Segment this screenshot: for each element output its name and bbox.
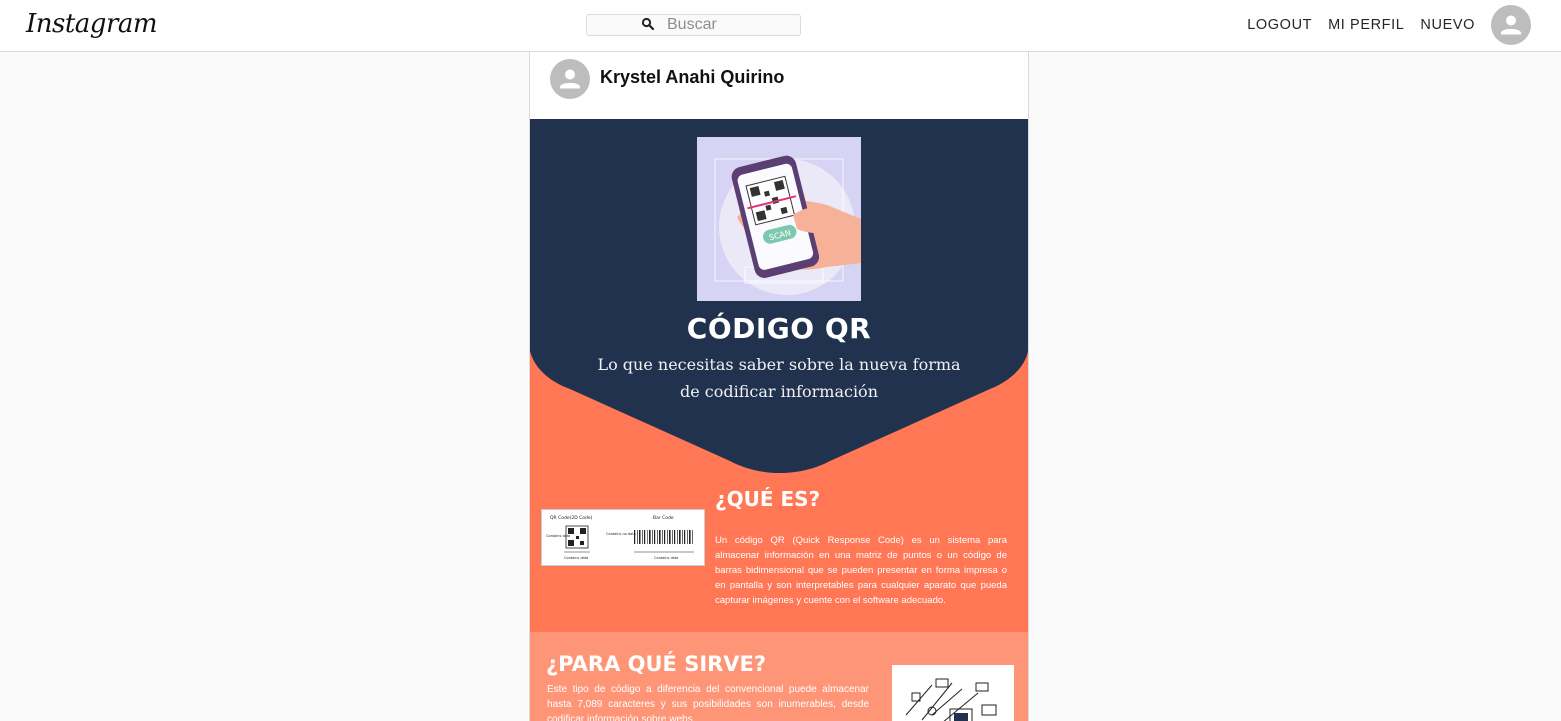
logout-link[interactable]: LOGOUT	[1247, 17, 1312, 33]
svg-text:Contains no data: Contains no data	[606, 532, 636, 536]
my-profile-link[interactable]: MI PERFIL	[1328, 17, 1404, 33]
infographic-title: CÓDIGO QR	[686, 312, 872, 345]
svg-text:Contains data: Contains data	[564, 556, 588, 560]
nav-links: LOGOUT MI PERFIL NUEVO	[1247, 5, 1531, 45]
network-diagram-illustration	[892, 665, 1014, 721]
svg-text:Contains data: Contains data	[546, 534, 570, 538]
person-icon	[560, 69, 580, 89]
user-avatar-icon[interactable]	[1491, 5, 1531, 45]
svg-text:Contains data: Contains data	[654, 556, 678, 560]
search-icon	[641, 17, 655, 31]
section-purpose: ¿PARA QUÉ SIRVE? Este tipo de código a d…	[530, 632, 1028, 721]
post-card: Krystel Anahi Quirino SCAN CÓDIGO QR Lo …	[529, 52, 1029, 721]
post-author-avatar-icon[interactable]	[550, 59, 590, 99]
search-input[interactable]	[667, 16, 795, 34]
svg-text:QR Code(2D Code): QR Code(2D Code)	[550, 515, 593, 521]
svg-text:Bar Code: Bar Code	[653, 515, 674, 521]
infographic-subtitle: Lo que necesitas saber sobre la nueva fo…	[597, 355, 961, 401]
section-what-is-text: Un código QR (Quick Response Code) es un…	[715, 535, 1007, 606]
top-navbar: Instagram LOGOUT MI PERFIL NUEVO	[0, 0, 1561, 52]
person-icon	[1501, 15, 1521, 35]
post-author-name[interactable]: Krystel Anahi Quirino	[600, 67, 784, 88]
section-purpose-title: ¿PARA QUÉ SIRVE?	[546, 652, 767, 676]
search-box[interactable]	[586, 14, 801, 36]
qr-vs-barcode-image: QR Code(2D Code) Bar Code Contains data …	[541, 509, 705, 566]
hand-phone-qr-illustration: SCAN	[697, 137, 861, 301]
new-post-link[interactable]: NUEVO	[1420, 17, 1475, 33]
instagram-logo[interactable]: Instagram	[26, 9, 158, 39]
section-purpose-text: Este tipo de código a diferencia del con…	[547, 684, 869, 721]
post-header: Krystel Anahi Quirino	[530, 52, 1028, 119]
section-what-is-title: ¿QUÉ ES?	[715, 487, 821, 511]
post-image-infographic[interactable]: SCAN CÓDIGO QR Lo que necesitas saber so…	[530, 119, 1028, 721]
